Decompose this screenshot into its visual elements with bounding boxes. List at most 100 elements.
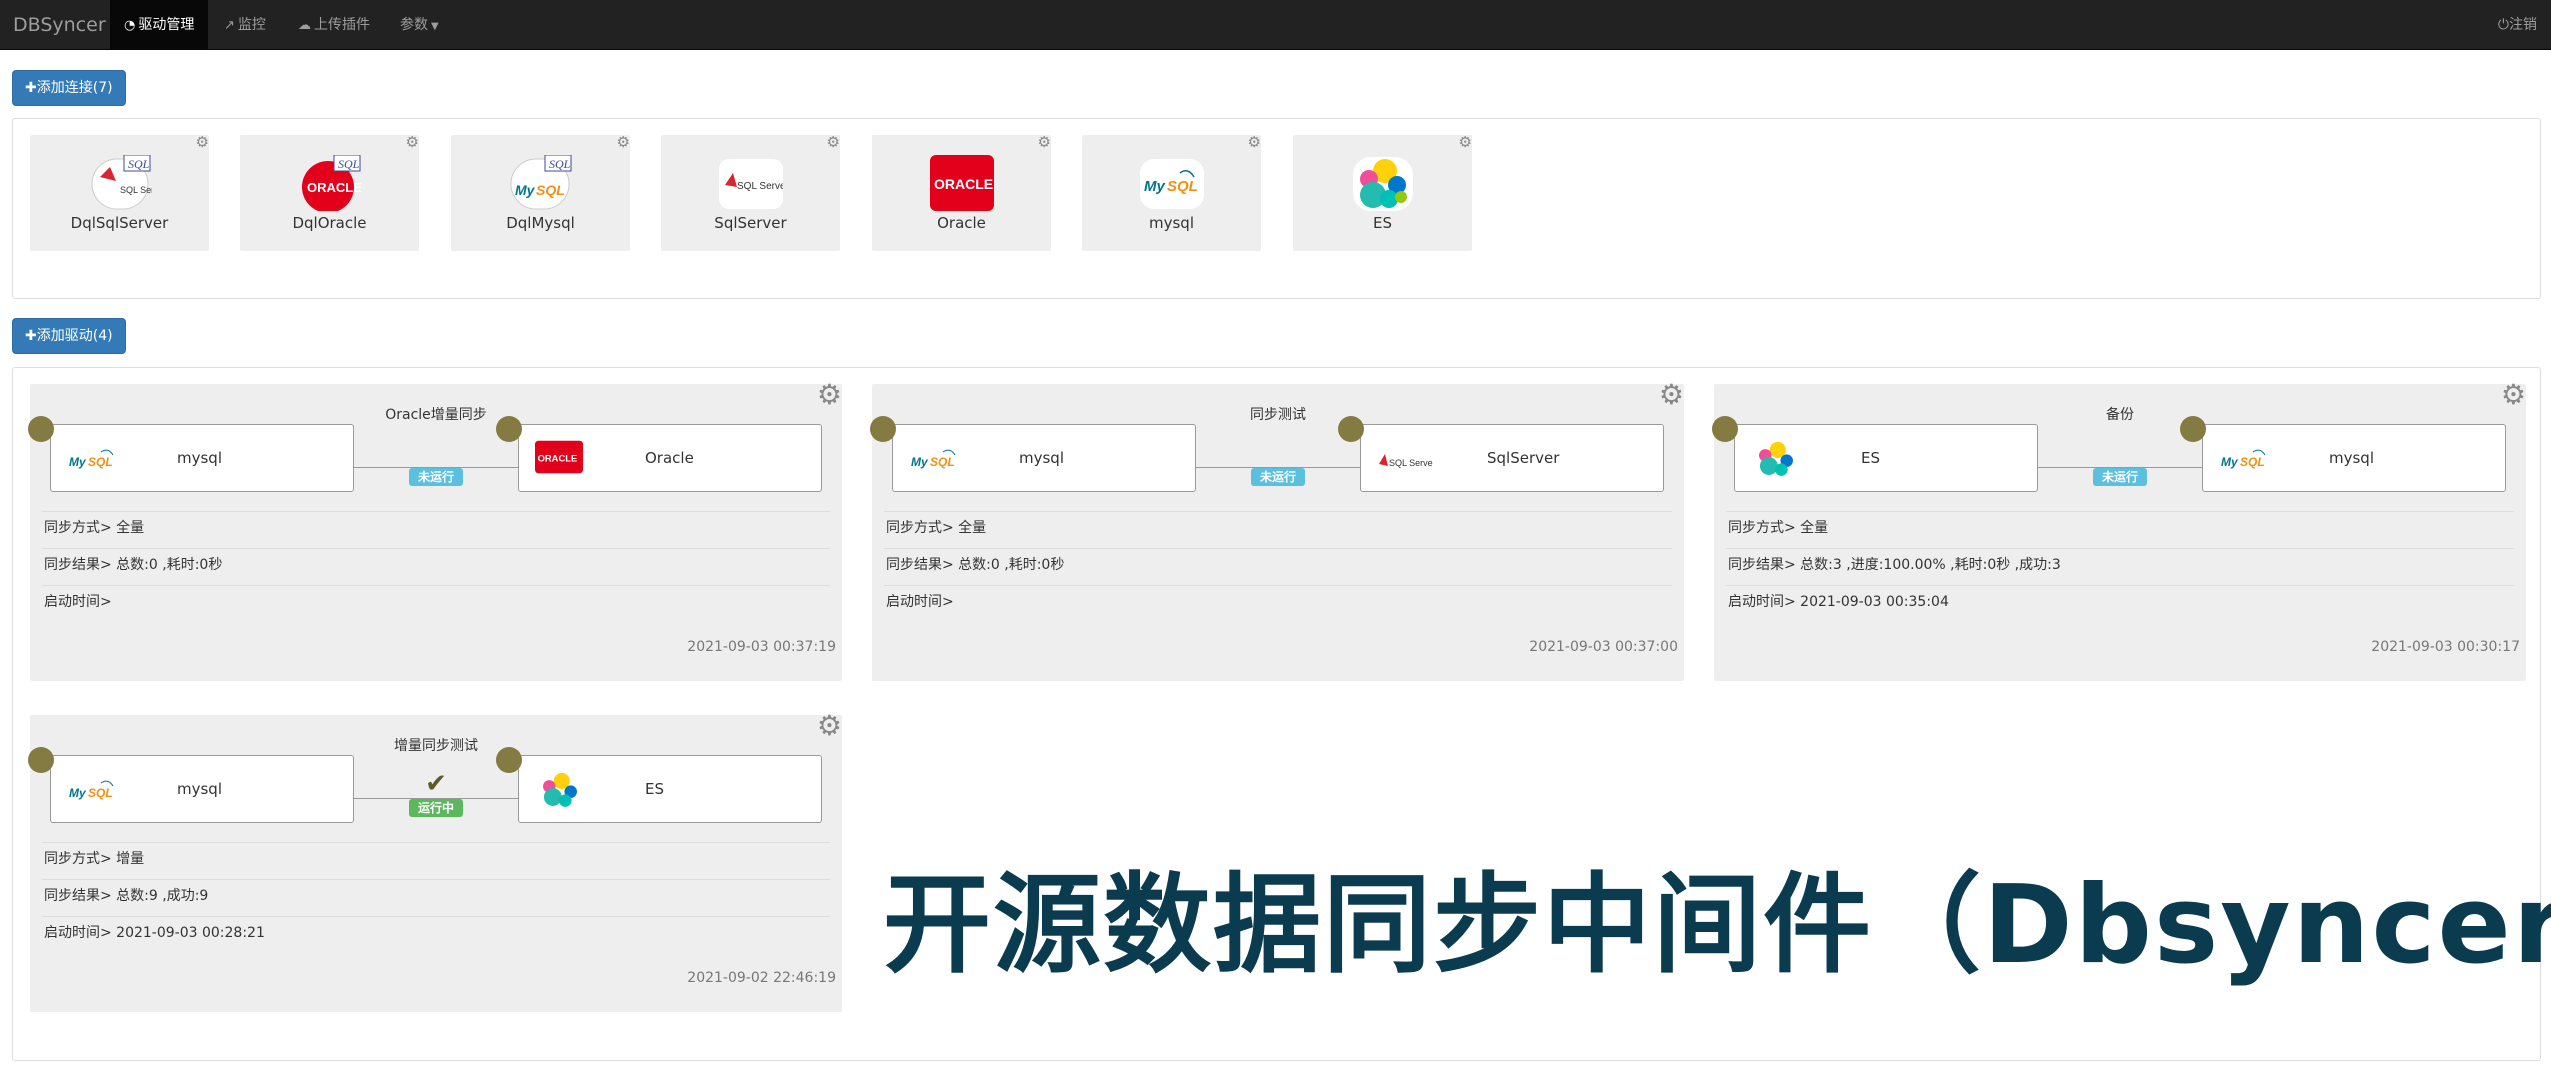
target-node[interactable]: ORACLE Oracle xyxy=(496,416,822,492)
start-time: 启动时间> xyxy=(886,594,954,610)
driver-card[interactable]: ⚙ Oracle增量同步 My SQL mysql 未运行 ORACLE Orac… xyxy=(28,380,842,681)
divider xyxy=(1726,511,2514,512)
target-name: ES xyxy=(645,780,664,798)
target-name: Oracle xyxy=(645,449,694,467)
svg-text:SQL Server: SQL Server xyxy=(120,185,152,195)
target-node[interactable]: My SQL mysql xyxy=(2180,416,2506,492)
target-endpoint-dot[interactable] xyxy=(496,747,522,773)
driver-card[interactable]: ⚙ 同步测试 My SQL mysql 未运行 SQL Server SqlSer… xyxy=(870,380,1684,681)
logout-link[interactable]: ⏻注销 xyxy=(2498,0,2537,50)
driver-title: Oracle增量同步 xyxy=(385,407,487,423)
caret-down-icon: ▼ xyxy=(431,21,439,32)
sync-result: 同步结果> 总数:9 ,成功:9 xyxy=(44,888,209,904)
connection-card[interactable]: ⚙ ORACLE SQL DqlOracle xyxy=(240,135,419,251)
status-badge: 运行中 xyxy=(409,799,463,817)
target-endpoint-dot[interactable] xyxy=(2180,416,2206,442)
target-endpoint-dot[interactable] xyxy=(1338,416,1364,442)
target-node[interactable]: ES xyxy=(496,747,822,823)
brand-logo[interactable]: DBSyncer xyxy=(13,0,106,50)
connection-card[interactable]: ⚙ My SQL SQL DqlMysql xyxy=(451,135,630,251)
top-navbar: DBSyncer ◔ 驱动管理 ↗ 监控 ☁ 上传插件 参数 ▼ ⏻注销 xyxy=(0,0,2551,50)
svg-text:SQL: SQL xyxy=(930,455,955,469)
svg-text:SQL: SQL xyxy=(536,182,565,198)
source-node[interactable]: My SQL mysql xyxy=(28,747,354,823)
svg-text:My: My xyxy=(69,455,87,469)
divider xyxy=(42,842,830,843)
nav-driver-management[interactable]: ◔ 驱动管理 xyxy=(110,0,209,50)
oracle-dql-logo: ORACLE SQL xyxy=(301,155,362,211)
target-name: SqlServer xyxy=(1487,449,1560,467)
driver-card[interactable]: ⚙ 增量同步测试 My SQL mysql ✔ 运行中 ES 同步方式> 增量 同… xyxy=(28,711,842,1012)
svg-text:ORACLE: ORACLE xyxy=(538,452,578,463)
update-time: 2021-09-03 00:30:17 xyxy=(2371,639,2520,655)
source-node[interactable]: My SQL mysql xyxy=(870,416,1196,492)
mysql-logo: My SQL xyxy=(2221,449,2266,469)
status-badge: 未运行 xyxy=(409,468,463,486)
sync-result: 同步结果> 总数:0 ,耗时:0秒 xyxy=(44,557,223,573)
gear-icon[interactable]: ⚙ xyxy=(196,135,209,150)
target-node[interactable]: SQL Server SqlServer xyxy=(1338,416,1664,492)
connection-card[interactable]: ⚙ ORACLE Oracle xyxy=(872,135,1051,251)
divider xyxy=(42,585,830,586)
svg-text:SQL: SQL xyxy=(1167,178,1198,195)
divider xyxy=(42,879,830,880)
target-name: mysql xyxy=(2329,449,2374,467)
connection-name: ES xyxy=(1373,214,1392,232)
divider xyxy=(884,548,1672,549)
source-name: mysql xyxy=(177,780,222,798)
driver-card[interactable]: ⚙ 备份 ES 未运行 My SQL mysql 同步方式> 全量 同步结果> 总… xyxy=(1712,380,2526,681)
source-endpoint-dot[interactable] xyxy=(1712,416,1738,442)
nav-params-dropdown[interactable]: 参数 ▼ xyxy=(386,0,453,50)
svg-text:My: My xyxy=(69,786,87,800)
gear-icon[interactable]: ⚙ xyxy=(406,135,419,150)
start-time: 启动时间> 2021-09-03 00:35:04 xyxy=(1728,594,1949,610)
source-node[interactable]: My SQL mysql xyxy=(28,416,354,492)
add-connection-button[interactable]: ✚添加连接(7) xyxy=(12,70,126,106)
nav-monitor[interactable]: ↗ 监控 xyxy=(210,0,280,50)
gear-icon[interactable]: ⚙ xyxy=(827,135,840,150)
connection-card[interactable]: ⚙ SQL Server SQL DqlSqlServer xyxy=(30,135,209,251)
gear-icon[interactable]: ⚙ xyxy=(617,135,630,150)
sqlserver-logo: SQL Server xyxy=(718,159,783,209)
driver-title: 备份 xyxy=(2106,407,2134,423)
add-driver-button[interactable]: ✚添加驱动(4) xyxy=(12,318,126,354)
dashboard-icon: ◔ xyxy=(124,18,136,33)
update-time: 2021-09-03 00:37:00 xyxy=(1529,639,1678,655)
source-endpoint-dot[interactable] xyxy=(28,416,54,442)
start-time: 启动时间> xyxy=(44,594,112,610)
svg-text:SQL: SQL xyxy=(338,157,360,171)
divider xyxy=(884,585,1672,586)
cloud-upload-icon: ☁ xyxy=(298,18,311,33)
source-endpoint-dot[interactable] xyxy=(28,747,54,773)
power-icon: ⏻ xyxy=(2497,17,2509,33)
source-node[interactable]: ES xyxy=(1712,416,2038,492)
target-endpoint-dot[interactable] xyxy=(496,416,522,442)
oracle-logo: ORACLE xyxy=(535,440,583,474)
check-icon: ✔ xyxy=(425,769,447,799)
svg-text:SQL: SQL xyxy=(128,157,150,171)
svg-text:My: My xyxy=(911,455,929,469)
sync-result: 同步结果> 总数:3 ,进度:100.00% ,耗时:0秒 ,成功:3 xyxy=(1728,557,2061,573)
driver-title: 同步测试 xyxy=(1250,407,1306,423)
gear-icon[interactable]: ⚙ xyxy=(1459,135,1472,150)
nav-upload-plugin[interactable]: ☁ 上传插件 xyxy=(284,0,384,50)
svg-text:SQL: SQL xyxy=(549,157,571,171)
svg-text:My: My xyxy=(515,182,536,198)
elasticsearch-logo xyxy=(543,772,577,807)
source-endpoint-dot[interactable] xyxy=(870,416,896,442)
connection-name: DqlSqlServer xyxy=(70,214,169,232)
sync-result: 同步结果> 总数:0 ,耗时:0秒 xyxy=(886,557,1065,573)
sqlserver-dql-logo: SQL Server SQL xyxy=(91,155,152,210)
sqlserver-logo: SQL Server xyxy=(1379,454,1433,468)
connection-name: DqlMysql xyxy=(506,214,575,232)
connection-card[interactable]: ⚙ ES xyxy=(1293,135,1472,251)
gear-icon[interactable]: ⚙ xyxy=(1038,135,1051,150)
gear-icon[interactable]: ⚙ xyxy=(1248,135,1261,150)
source-name: ES xyxy=(1861,449,1880,467)
plus-icon: ✚ xyxy=(25,328,37,344)
divider xyxy=(42,916,830,917)
connection-card[interactable]: ⚙ My SQL mysql xyxy=(1082,135,1261,251)
connection-card[interactable]: ⚙ SQL Server SqlServer xyxy=(661,135,840,251)
mysql-logo: My SQL xyxy=(1139,159,1204,209)
driver-title: 增量同步测试 xyxy=(394,738,478,754)
